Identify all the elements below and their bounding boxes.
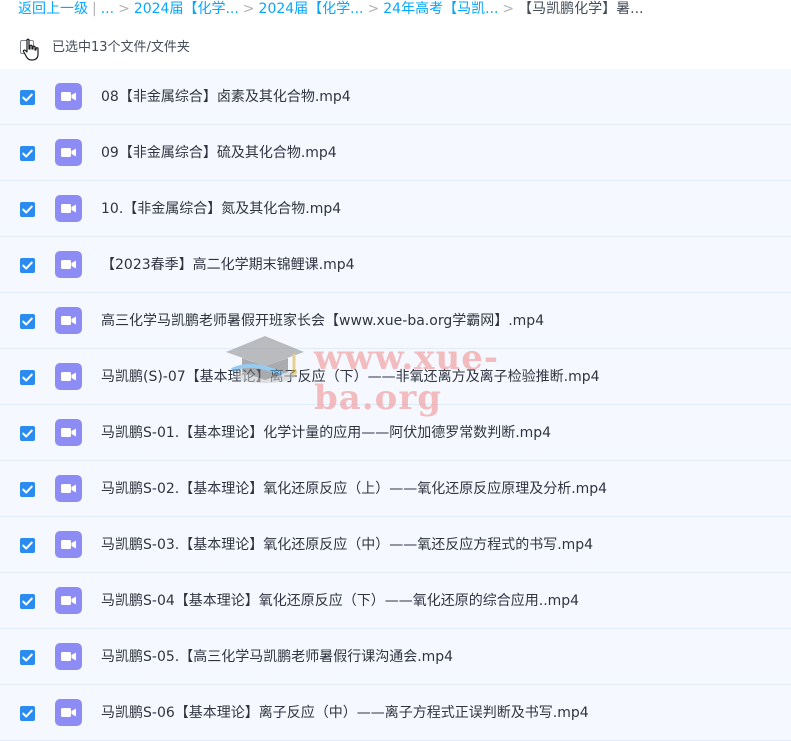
breadcrumb-current: 【马凯鹏化学】暑... [518,1,644,17]
file-name[interactable]: 马凯鹏S-04【基本理论】氧化还原反应（下）——氧化还原的综合应用..mp4 [101,591,579,611]
file-name[interactable]: 马凯鹏(S)-07【基本理论】离子反应（下）——非氧还离方及离子检验推断.mp4 [101,367,600,387]
file-row[interactable]: 马凯鹏S-03.【基本理论】氧化还原反应（中）——氧还反应方程式的书写.mp4 [0,517,791,573]
file-row[interactable]: 马凯鹏(S)-07【基本理论】离子反应（下）——非氧还离方及离子检验推断.mp4 [0,349,791,405]
checkmark-icon [22,597,33,606]
breadcrumb: 返回上一级 |... >2024届【化学... >2024届【化学... >24年高考【… [18,0,788,18]
breadcrumb-back-link[interactable]: 返回上一级 [18,1,88,17]
breadcrumb-crumb[interactable]: 2024届【化学... [259,1,364,17]
file-checkbox[interactable] [20,370,35,385]
file-name[interactable]: 09【非金属综合】硫及其化合物.mp4 [101,143,337,163]
file-row[interactable]: 马凯鹏S-05.【高三化学马凯鹏老师暑假行课沟通会.mp4 [0,629,791,685]
file-row[interactable]: 马凯鹏S-02.【基本理论】氧化还原反应（上）——氧化还原反应原理及分析.mp4 [0,461,791,517]
file-checkbox[interactable] [20,258,35,273]
video-file-icon [55,251,82,278]
chevron-right-icon: > [367,1,380,17]
video-file-icon [55,643,82,670]
breadcrumb-ellipsis[interactable]: ... [101,1,114,17]
chevron-right-icon: > [118,1,130,17]
file-row[interactable]: 高三化学马凯鹏老师暑假开班家长会【www.xue-ba.org学霸网】.mp4 [0,293,791,349]
breadcrumb-divider: | [92,1,97,17]
file-row[interactable]: 08【非金属综合】卤素及其化合物.mp4 [0,69,791,125]
file-checkbox[interactable] [20,202,35,217]
video-file-icon [55,699,82,726]
video-file-icon [55,195,82,222]
file-row[interactable]: 【2023春季】高二化学期末锦鲤课.mp4 [0,237,791,293]
file-checkbox[interactable] [20,314,35,329]
checkmark-icon [22,205,33,214]
selection-bar: 已选中13个文件/文件夹 [0,34,791,62]
video-file-icon [55,475,82,502]
breadcrumb-crumb[interactable]: 2024届【化学... [134,1,239,17]
file-checkbox[interactable] [20,706,35,721]
file-name[interactable]: 马凯鹏S-03.【基本理论】氧化还原反应（中）——氧还反应方程式的书写.mp4 [101,535,593,555]
file-name[interactable]: 高三化学马凯鹏老师暑假开班家长会【www.xue-ba.org学霸网】.mp4 [101,311,544,331]
file-name[interactable]: 【2023春季】高二化学期末锦鲤课.mp4 [101,255,355,275]
file-name[interactable]: 马凯鹏S-01.【基本理论】化学计量的应用——阿伏加德罗常数判断.mp4 [101,423,551,443]
file-name[interactable]: 10.【非金属综合】氮及其化合物.mp4 [101,199,341,219]
checkmark-icon [22,429,33,438]
chevron-right-icon: > [502,1,515,17]
video-file-icon [55,83,82,110]
checkmark-icon [22,261,33,270]
file-name[interactable]: 08【非金属综合】卤素及其化合物.mp4 [101,87,351,107]
video-file-icon [55,419,82,446]
file-checkbox[interactable] [20,594,35,609]
breadcrumb-crumb[interactable]: 24年高考【马凯... [383,1,498,17]
video-file-icon [55,531,82,558]
file-checkbox[interactable] [20,482,35,497]
checkmark-icon [22,485,33,494]
file-checkbox[interactable] [20,650,35,665]
file-name[interactable]: 马凯鹏S-06【基本理论】离子反应（中）——离子方程式正误判断及书写.mp4 [101,703,589,723]
checkmark-icon [22,373,33,382]
checkmark-icon [22,653,33,662]
file-list: 08【非金属综合】卤素及其化合物.mp4 09【非金属综合】硫及其化合物.mp4 1… [0,69,791,741]
checkmark-icon [22,541,33,550]
checkmark-icon [22,317,33,326]
file-row[interactable]: 马凯鹏S-01.【基本理论】化学计量的应用——阿伏加德罗常数判断.mp4 [0,405,791,461]
selection-status: 已选中13个文件/文件夹 [52,40,190,55]
chevron-right-icon: > [242,1,255,17]
video-file-icon [55,587,82,614]
file-checkbox[interactable] [20,90,35,105]
file-checkbox[interactable] [20,538,35,553]
file-name[interactable]: 马凯鹏S-05.【高三化学马凯鹏老师暑假行课沟通会.mp4 [101,647,453,667]
file-row[interactable]: 马凯鹏S-06【基本理论】离子反应（中）——离子方程式正误判断及书写.mp4 [0,685,791,741]
video-file-icon [55,307,82,334]
video-file-icon [55,139,82,166]
file-row[interactable]: 马凯鹏S-04【基本理论】氧化还原反应（下）——氧化还原的综合应用..mp4 [0,573,791,629]
hand-cursor-icon [22,38,39,61]
file-row[interactable]: 10.【非金属综合】氮及其化合物.mp4 [0,181,791,237]
file-row[interactable]: 09【非金属综合】硫及其化合物.mp4 [0,125,791,181]
checkmark-icon [22,709,33,718]
file-checkbox[interactable] [20,146,35,161]
checkmark-icon [22,149,33,158]
video-file-icon [55,363,82,390]
file-checkbox[interactable] [20,426,35,441]
checkmark-icon [22,93,33,102]
file-name[interactable]: 马凯鹏S-02.【基本理论】氧化还原反应（上）——氧化还原反应原理及分析.mp4 [101,479,607,499]
